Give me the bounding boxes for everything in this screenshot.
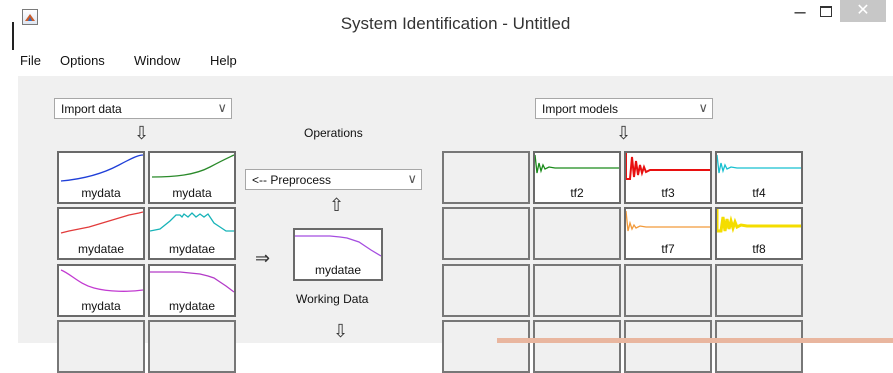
- data-tile[interactable]: mydata: [57, 264, 145, 317]
- working-data-tile[interactable]: mydatae: [293, 228, 383, 281]
- chevron-down-icon: ∨: [217, 100, 227, 115]
- title-bar: System Identification - Untitled – ✕: [18, 0, 893, 44]
- overlay-bar: [497, 338, 893, 343]
- data-tile-label: mydatae: [168, 299, 216, 313]
- import-models-selected: Import models: [542, 102, 619, 116]
- model-tile[interactable]: tf4: [715, 151, 803, 204]
- maximize-icon[interactable]: [814, 3, 838, 21]
- right-arrow-icon: ⇒: [255, 248, 271, 268]
- data-tile[interactable]: mydata: [57, 151, 145, 204]
- menu-help[interactable]: Help: [210, 53, 237, 68]
- model-tile-label: tf7: [661, 242, 675, 256]
- data-tile-empty[interactable]: [148, 320, 236, 373]
- model-tile-empty[interactable]: [533, 264, 621, 317]
- model-tile-empty[interactable]: [442, 264, 530, 317]
- data-tile-label: mydata: [172, 186, 212, 200]
- menu-options[interactable]: Options: [60, 53, 105, 68]
- chevron-down-icon: ∨: [698, 100, 708, 115]
- operations-label: Operations: [304, 126, 363, 140]
- data-tile-label: mydata: [81, 299, 121, 313]
- menu-window[interactable]: Window: [134, 53, 180, 68]
- desktop-edge: [0, 0, 18, 343]
- down-arrow-icon: ⇩: [333, 321, 349, 341]
- model-tile-empty[interactable]: [442, 207, 530, 260]
- data-tile[interactable]: mydatae: [148, 207, 236, 260]
- preprocess-dropdown[interactable]: <-- Preprocess ∨: [245, 169, 422, 190]
- model-tile-empty[interactable]: [442, 320, 530, 373]
- working-data-label: Working Data: [296, 292, 369, 306]
- system-identification-window: System Identification - Untitled – ✕ Fil…: [18, 0, 893, 373]
- data-tile[interactable]: mydatae: [148, 264, 236, 317]
- data-tile[interactable]: mydata: [148, 151, 236, 204]
- model-tile[interactable]: tf7: [624, 207, 712, 260]
- import-data-selected: Import data: [61, 102, 122, 116]
- window-title: System Identification - Untitled: [340, 14, 571, 33]
- model-tile[interactable]: tf2: [533, 151, 621, 204]
- model-tile-empty[interactable]: [442, 151, 530, 204]
- working-data-tile-label: mydatae: [314, 263, 362, 277]
- model-tile-empty[interactable]: [624, 320, 712, 373]
- minimize-icon[interactable]: –: [788, 2, 812, 22]
- model-tile[interactable]: tf3: [624, 151, 712, 204]
- model-tile-label: tf3: [661, 186, 675, 200]
- up-arrow-icon: ⇧: [329, 195, 345, 215]
- menu-bar: File Options Window Help: [18, 44, 893, 76]
- model-tile-empty[interactable]: [715, 320, 803, 373]
- model-tile-empty[interactable]: [624, 264, 712, 317]
- down-arrow-icon: ⇩: [616, 123, 632, 143]
- model-tile-empty[interactable]: [533, 320, 621, 373]
- data-tile-label: mydatae: [77, 242, 125, 256]
- chevron-down-icon: ∨: [407, 171, 417, 186]
- model-tile-label: tf8: [752, 242, 766, 256]
- data-tile[interactable]: mydatae: [57, 207, 145, 260]
- cursor-caret: [12, 22, 14, 50]
- model-tile[interactable]: tf8: [715, 207, 803, 260]
- model-tile-label: tf4: [752, 186, 766, 200]
- data-tile-label: mydatae: [168, 242, 216, 256]
- model-tile-empty[interactable]: [715, 264, 803, 317]
- model-tile-empty[interactable]: [533, 207, 621, 260]
- data-tile-label: mydata: [81, 186, 121, 200]
- model-tile-label: tf2: [570, 186, 584, 200]
- down-arrow-icon: ⇩: [134, 123, 150, 143]
- import-models-dropdown[interactable]: Import models ∨: [535, 98, 713, 119]
- close-icon[interactable]: ✕: [840, 0, 886, 22]
- data-tile-empty[interactable]: [57, 320, 145, 373]
- import-data-dropdown[interactable]: Import data ∨: [54, 98, 232, 119]
- preprocess-selected: <-- Preprocess: [252, 173, 332, 187]
- menu-file[interactable]: File: [20, 53, 41, 68]
